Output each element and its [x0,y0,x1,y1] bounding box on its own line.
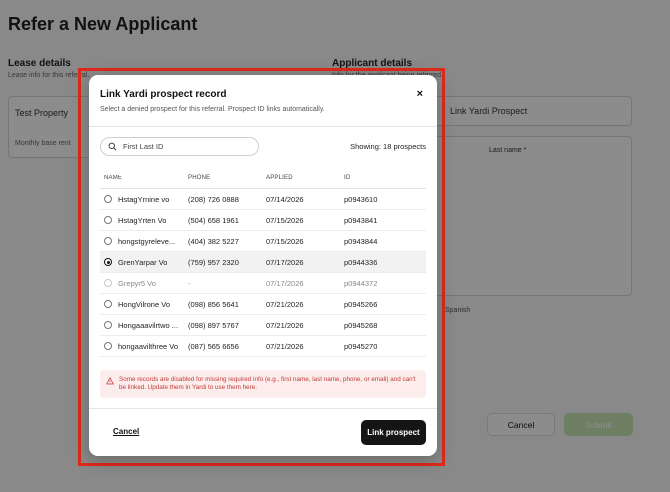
prospect-name-cell: Grepyr5 Vo [100,279,188,288]
col-phone-header: PHONE [188,175,211,181]
prospect-id: p0943844 [344,236,378,246]
prospect-name: hongaavilthree Vo [118,341,179,351]
cancel-button[interactable]: Cancel [113,427,139,436]
warning-text: Some records are disabled for missing re… [119,376,416,392]
radio-button[interactable] [104,258,112,266]
prospect-applied-date: 07/15/2026 [266,215,304,225]
table-row[interactable]: GrenYarpar Vo (759) 957 2320 07/17/2026 p09… [100,252,426,273]
footer-divider [89,408,437,409]
prospect-id: p0945270 [344,341,378,351]
prospect-name-cell: HstagYrnine vo [100,195,188,204]
radio-button [104,279,112,287]
warning-icon [106,377,114,385]
prospect-name: Grepyr5 Vo [118,278,156,288]
prospect-phone: (098) 897 5767 [188,320,239,330]
prospect-name: GrenYarpar Vo [118,257,168,267]
prospect-phone: (098) 856 5641 [188,299,239,309]
prospect-name: HstagYrten Vo [118,215,167,225]
link-prospect-button[interactable]: Link prospect [361,420,426,445]
prospect-phone: - [188,278,191,288]
prospect-applied-date: 07/15/2026 [266,236,304,246]
radio-button[interactable] [104,237,112,245]
prospect-applied-date: 07/21/2026 [266,320,304,330]
prospect-phone: (504) 658 1961 [188,215,239,225]
prospect-applied-date: 07/17/2026 [266,257,304,267]
prospect-name: HstagYrnine vo [118,194,170,204]
prospect-applied-date: 07/17/2026 [266,278,304,288]
prospect-phone: (087) 565 6656 [188,341,239,351]
prospect-name-cell: hongstgyreleve... [100,237,188,246]
showing-count: Showing: 18 prospects [350,142,426,151]
warning-banner: Some records are disabled for missing re… [100,370,426,398]
prospect-name-cell: HstagYrten Vo [100,216,188,225]
prospect-id: p0944336 [344,257,378,267]
radio-button[interactable] [104,321,112,329]
search-icon [108,142,117,151]
prospect-name-cell: HongVilrone Vo [100,300,188,309]
prospect-name: hongstgyreleve... [118,236,176,246]
table-row[interactable]: HstagYrnine vo (208) 726 0888 07/14/2026 p0… [100,189,426,210]
search-input[interactable] [123,142,253,151]
modal-title: Link Yardi prospect record [100,89,227,100]
table-row[interactable]: HongVilrone Vo (098) 856 5641 07/21/2026 p0… [100,294,426,315]
prospect-applied-date: 07/21/2026 [266,341,304,351]
radio-button[interactable] [104,216,112,224]
table-row[interactable]: HstagYrten Vo (504) 658 1961 07/15/2026 p09… [100,210,426,231]
prospect-name: Hongaaavilrtwo ... [118,320,179,330]
table-row[interactable]: hongaavilthree Vo (087) 565 6656 07/21/202… [100,336,426,357]
col-applied-header: APPLIED [266,175,293,181]
prospect-table: NAME PHONE APPLIED ID HstagYrnine vo (208… [100,168,426,357]
header-divider [89,126,437,127]
prospect-phone: (759) 957 2320 [188,257,239,267]
close-icon[interactable]: × [417,88,423,100]
table-header: NAME PHONE APPLIED ID [100,168,426,189]
prospect-id: p0945268 [344,320,378,330]
col-name-header: NAME [104,175,123,181]
prospect-phone: (404) 382 5227 [188,236,239,246]
prospect-applied-date: 07/14/2026 [266,194,304,204]
radio-button[interactable] [104,195,112,203]
prospect-name-cell: Hongaaavilrtwo ... [100,321,188,330]
prospect-id: p0943610 [344,194,378,204]
prospect-applied-date: 07/21/2026 [266,299,304,309]
search-field[interactable] [100,137,259,156]
radio-button[interactable] [104,300,112,308]
link-prospect-modal: Link Yardi prospect record Select a deni… [89,75,437,456]
prospect-id: p0944372 [344,278,378,288]
radio-button[interactable] [104,342,112,350]
prospect-phone: (208) 726 0888 [188,194,239,204]
col-id-header: ID [344,175,351,181]
prospect-name: HongVilrone Vo [118,299,170,309]
modal-subtitle: Select a denied prospect for this referr… [100,106,325,113]
prospect-id: p0945266 [344,299,378,309]
prospect-id: p0943841 [344,215,378,225]
prospect-name-cell: hongaavilthree Vo [100,342,188,351]
table-row[interactable]: hongstgyreleve... (404) 382 5227 07/15/202… [100,231,426,252]
table-row: Grepyr5 Vo - 07/17/2026 p0944372 [100,273,426,294]
prospect-name-cell: GrenYarpar Vo [100,258,188,267]
table-row[interactable]: Hongaaavilrtwo ... (098) 897 5767 07/21/20… [100,315,426,336]
